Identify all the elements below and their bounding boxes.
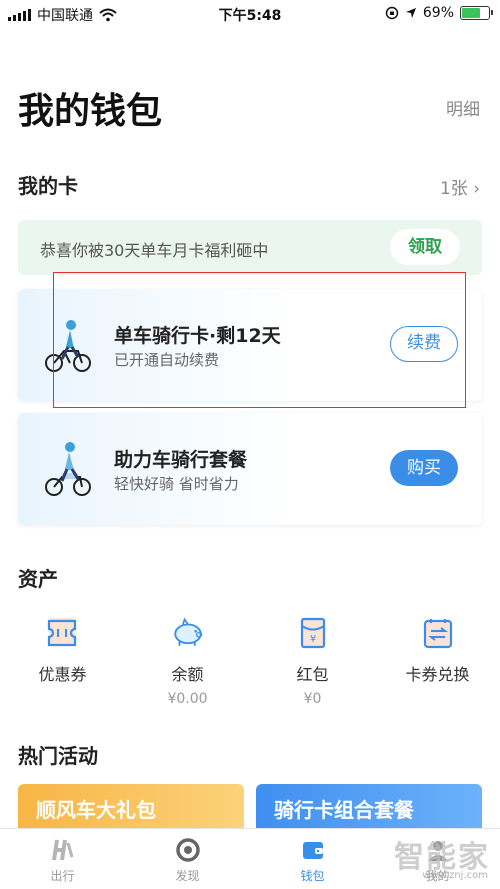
battery-percent: 69%	[422, 5, 454, 21]
assets-grid: 优惠券 余额 ¥0.00 ¥ 红包 ¥0 卡券兑换	[0, 615, 500, 725]
battery-icon	[460, 6, 493, 20]
tab-travel[interactable]: 出行	[0, 829, 125, 889]
asset-coupon[interactable]: 优惠券	[0, 615, 125, 685]
promo-banner[interactable]: 恭喜你被30天单车月卡福利砸中 领取	[18, 220, 482, 275]
tab-discover-label: 发现	[175, 869, 200, 883]
asset-balance-label: 余额	[171, 665, 204, 684]
rotation-lock-icon	[385, 6, 399, 20]
ebike-card-title: 助力车骑行套餐	[114, 449, 248, 471]
hot-events-title: 热门活动	[18, 744, 98, 768]
h-logo-icon	[51, 839, 73, 861]
cards-count-link[interactable]: 1张 ›	[440, 174, 480, 199]
ebike-card-subtitle: 轻快好骑 省时省力	[114, 475, 239, 493]
asset-red-envelope-label: 红包	[296, 665, 329, 684]
discover-icon	[175, 838, 200, 862]
my-cards-title: 我的卡	[18, 174, 78, 198]
asset-exchange[interactable]: 卡券兑换	[375, 615, 500, 685]
tab-wallet-label: 钱包	[300, 869, 325, 883]
claim-button[interactable]: 领取	[390, 229, 460, 265]
asset-balance[interactable]: 余额 ¥0.00	[125, 615, 250, 707]
page-title: 我的钱包	[18, 91, 163, 132]
watermark-url: www.znj.com	[422, 870, 488, 881]
status-bar: 中国联通 下午5:48 69%	[0, 0, 500, 26]
highlight-annotation-box	[53, 272, 466, 408]
asset-red-envelope-value: ¥0	[303, 691, 322, 707]
promo-text: 恭喜你被30天单车月卡福利砸中	[40, 241, 269, 260]
ebike-card[interactable]: 助力车骑行套餐 轻快好骑 省时省力 购买	[18, 413, 482, 525]
tab-wallet[interactable]: 钱包	[250, 829, 375, 889]
svg-text:¥: ¥	[309, 634, 315, 645]
buy-button[interactable]: 购买	[390, 450, 458, 486]
assets-title: 资产	[18, 567, 58, 591]
wallet-icon	[302, 842, 323, 859]
tab-travel-label: 出行	[50, 869, 75, 883]
event-card-bundle[interactable]: 骑行卡组合套餐	[256, 784, 482, 832]
ebike-cyclist-icon	[45, 442, 91, 496]
exchange-icon	[423, 619, 452, 649]
asset-red-envelope[interactable]: ¥ 红包 ¥0	[250, 615, 375, 707]
tab-discover[interactable]: 发现	[125, 829, 250, 889]
status-right: 69%	[385, 5, 493, 21]
detail-link[interactable]: 明细	[446, 95, 480, 120]
location-arrow-icon	[405, 8, 416, 18]
event-carpool-gift[interactable]: 顺风车大礼包	[18, 784, 244, 832]
asset-exchange-label: 卡券兑换	[405, 665, 470, 684]
coupon-icon	[47, 618, 76, 647]
asset-balance-value: ¥0.00	[167, 691, 208, 707]
red-envelope-icon: ¥	[300, 617, 325, 649]
asset-coupon-label: 优惠券	[38, 665, 87, 684]
piggy-bank-icon	[173, 617, 202, 646]
